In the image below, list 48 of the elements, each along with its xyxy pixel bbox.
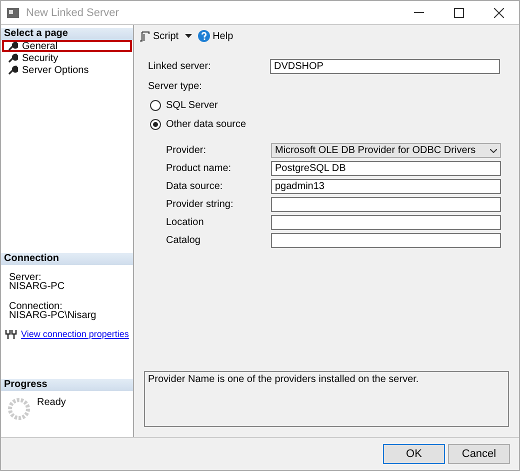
help-icon	[198, 30, 210, 42]
radio-label: SQL Server	[166, 100, 218, 111]
connection-name: NISARG-PC\Nisarg	[9, 311, 98, 320]
text-field[interactable]: PostgreSQL DB	[271, 161, 501, 176]
text-field[interactable]: pgadmin13	[271, 179, 501, 194]
connection-icon	[5, 330, 17, 338]
text-field[interactable]	[271, 197, 501, 212]
text-field[interactable]	[271, 215, 501, 230]
description-box: Provider Name is one of the providers installed on the server.	[144, 371, 509, 427]
progress-status: Ready	[37, 397, 66, 410]
field-label: Server type:	[148, 81, 202, 92]
field-label: Location	[166, 217, 205, 228]
field-label: Linked server:	[148, 61, 212, 72]
field-label: Provider:	[166, 145, 208, 156]
section-header: Progress	[1, 379, 133, 391]
radio-button[interactable]	[150, 100, 161, 111]
app-icon	[6, 6, 20, 18]
script-button[interactable]: Script	[140, 30, 179, 42]
sidebar-item[interactable]: Security	[2, 52, 132, 64]
field-label: Provider string:	[166, 199, 234, 210]
connection-properties-link[interactable]: View connection properties	[21, 329, 129, 339]
chevron-icon	[490, 148, 497, 152]
server-label: Server:	[9, 273, 42, 282]
linked-server-field[interactable]: DVDSHOP	[270, 59, 500, 74]
maximize-icon[interactable]	[454, 8, 464, 18]
close-icon[interactable]	[494, 8, 504, 18]
help-button[interactable]: Help	[198, 30, 234, 42]
ok-button[interactable]: OK	[383, 444, 445, 464]
wrench-icon	[8, 53, 18, 63]
field-label: Product name:	[166, 163, 232, 174]
wrench-icon	[8, 41, 18, 51]
field-label: Catalog	[166, 235, 202, 246]
sidebar-item[interactable]: Server Options	[2, 64, 132, 76]
section-header: Connection	[1, 253, 133, 265]
section-header: Select a page	[1, 28, 133, 40]
spinner-icon	[7, 397, 31, 421]
sidebar-item[interactable]: General	[2, 40, 132, 52]
window-title: New Linked Server	[26, 6, 120, 18]
radio-label: Other data source	[166, 119, 246, 130]
radio-button[interactable]	[150, 119, 161, 130]
provider-dropdown[interactable]: Microsoft OLE DB Provider for ODBC Drivers	[271, 143, 501, 158]
text-field[interactable]	[271, 233, 501, 248]
server-name: NISARG-PC	[9, 282, 66, 291]
caret-icon[interactable]	[184, 34, 192, 38]
cancel-button[interactable]: Cancel	[448, 444, 510, 464]
connection-label: Connection:	[9, 302, 62, 311]
wrench-icon	[8, 65, 18, 75]
field-label: Data source:	[166, 181, 224, 192]
